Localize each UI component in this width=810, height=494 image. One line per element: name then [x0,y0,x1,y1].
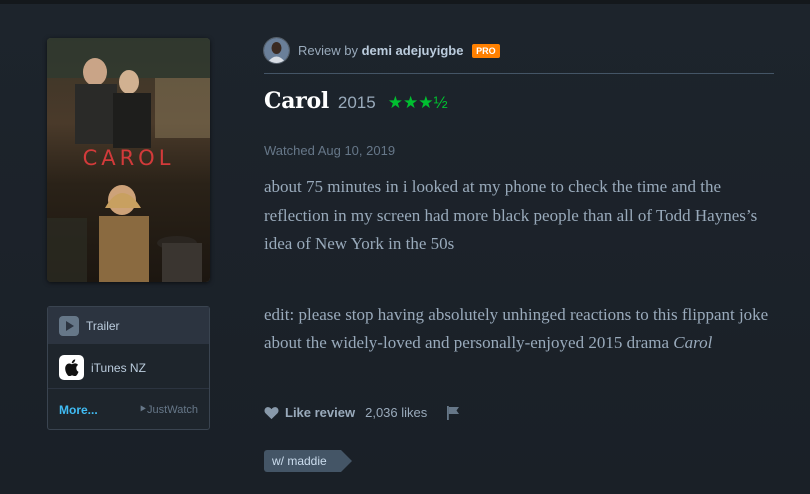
film-title-italic: Carol [673,333,713,352]
star-rating: ★★★½ [387,93,448,112]
like-bar: Like review 2,036 likes [264,405,460,420]
review-tag[interactable]: w/ maddie [264,450,352,472]
play-icon [59,315,79,336]
flag-icon[interactable] [447,405,460,420]
justwatch-icon: ⯈ [138,403,148,416]
film-title[interactable]: Carol [264,88,329,114]
top-bar [0,0,810,4]
film-poster[interactable]: CAROL [47,38,210,282]
poster-title: CAROL [82,146,175,170]
like-review-button[interactable]: Like review [285,405,355,420]
film-heading: Carol 2015 ★★★½ [264,88,448,114]
review-byline: Review by demi adejuyigbe PRO [298,43,500,58]
heart-icon[interactable] [264,406,279,420]
trailer-label: Trailer [86,318,120,333]
itunes-label: iTunes NZ [91,360,146,375]
more-link[interactable]: More... [59,403,98,417]
itunes-row[interactable]: iTunes NZ [48,347,209,389]
watch-panel: Trailer iTunes NZ More... ⯈JustWatch [47,306,210,430]
watched-date: Watched Aug 10, 2019 [264,143,396,158]
review-body: about 75 minutes in i looked at my phone… [264,173,784,358]
review-paragraph: about 75 minutes in i looked at my phone… [264,177,758,253]
author-name[interactable]: demi adejuyigbe [362,43,464,58]
avatar[interactable] [264,38,289,63]
trailer-row[interactable]: Trailer [48,307,209,345]
header-divider [264,73,774,74]
like-count[interactable]: 2,036 likes [365,405,427,420]
apple-icon [59,355,84,380]
film-year[interactable]: 2015 [338,93,376,113]
pro-badge: PRO [472,44,500,58]
review-prefix: Review by [298,43,358,58]
justwatch-label: JustWatch [147,403,198,416]
review-header: Review by demi adejuyigbe PRO [264,38,500,63]
more-row: More... ⯈JustWatch [48,391,209,429]
review-paragraph-edit: edit: please stop having absolutely unhi… [264,301,784,358]
justwatch-credit[interactable]: ⯈JustWatch [138,404,198,417]
